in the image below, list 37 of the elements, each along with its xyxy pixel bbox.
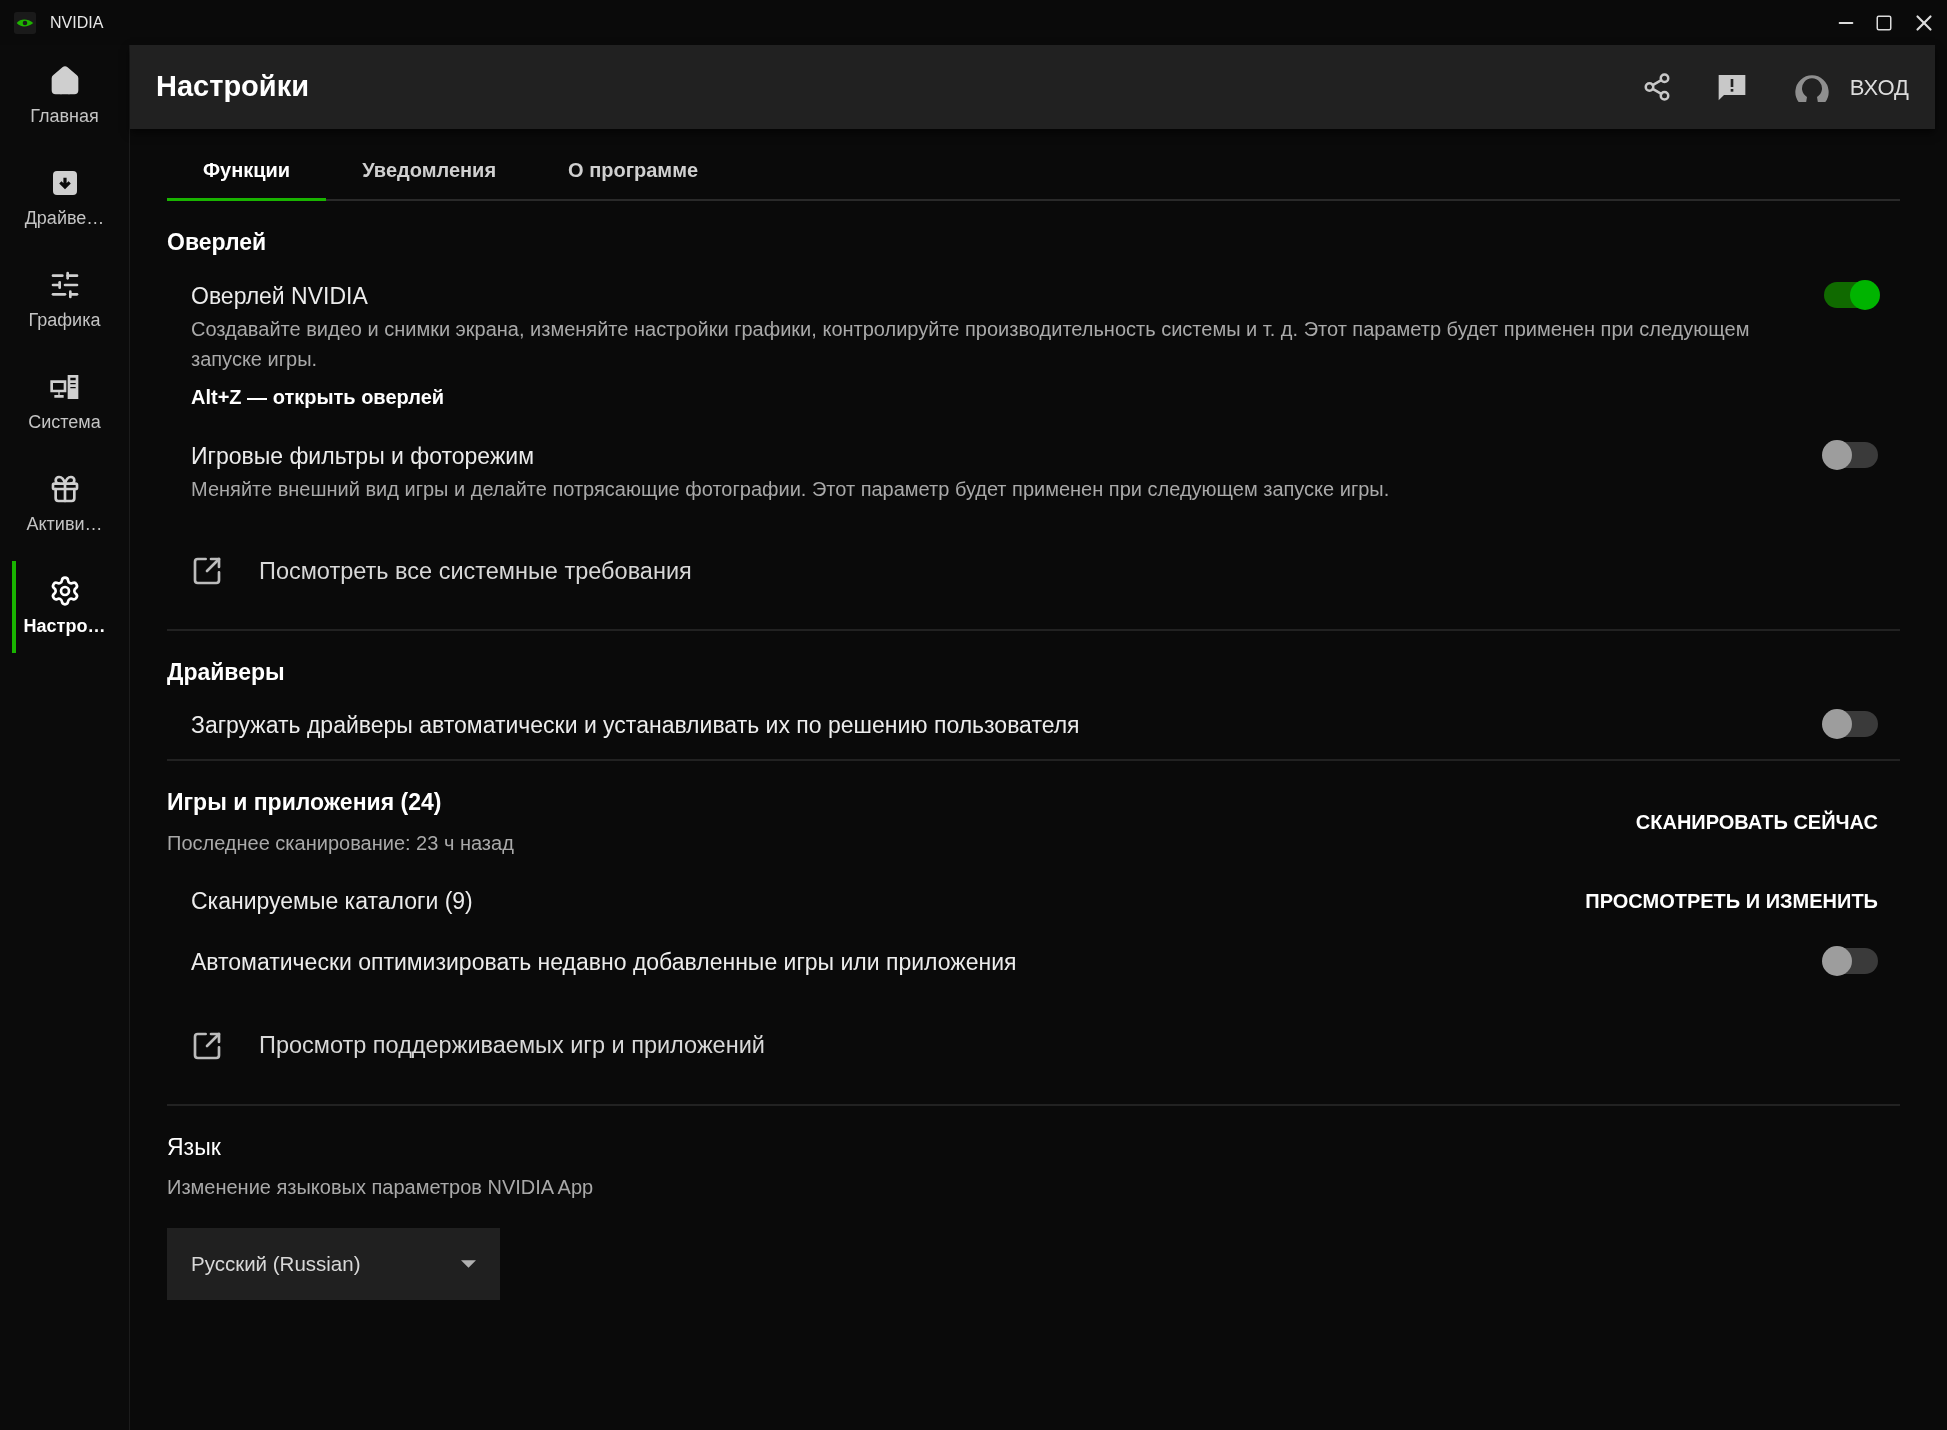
maximize-icon[interactable]: [1875, 13, 1893, 32]
sidebar-item[interactable]: Система: [0, 361, 129, 445]
page-title: Настройки: [156, 69, 309, 105]
setting-title: Игровые фильтры и фоторежим: [191, 441, 535, 471]
caret-icon: [461, 1260, 476, 1268]
section-subtitle: Последнее сканирование: 23 ч назад: [167, 830, 514, 856]
section-title: Оверлей: [167, 228, 267, 257]
sign-in-button[interactable]: ВХОД: [1791, 67, 1909, 107]
section-title: Игры и приложения (24): [167, 788, 443, 818]
text-button[interactable]: ПРОСМОТРЕТЬ И ИЗМЕНИТЬ: [1585, 886, 1878, 916]
section-subtitle: Изменение языковых параметров NVIDIA App: [167, 1175, 594, 1200]
language-dropdown[interactable]: Русский (Russian): [167, 1228, 500, 1300]
setting-description: Создавайте видео и снимки экрана, изменяйте настройки графики, контролируйте производительность системы и т. д. Этот параметр будет применен при следующем запуске игры.: [191, 316, 1751, 372]
section-title: Драйверы: [167, 657, 285, 687]
window-title: NVIDIA: [50, 12, 104, 33]
section-title: Язык: [167, 1132, 222, 1162]
setting-title: Загружать драйверы автоматически и устанавливать их по решению пользователя: [191, 711, 1080, 741]
toggle-switch[interactable]: [1824, 711, 1878, 738]
setting-description: Меняйте внешний вид игры и делайте потрясающие фотографии. Этот параметр будет применен при следующем запуске игры.: [191, 476, 1390, 502]
shortcut-hint: Alt+Z — открыть оверлей: [191, 384, 446, 410]
external-link[interactable]: Просмотр поддерживаемых игр и приложений: [167, 1016, 765, 1076]
setting-title: Сканируемые каталоги (9): [191, 886, 473, 916]
sidebar-item[interactable]: Драйве…: [0, 157, 129, 241]
setting-title: Автоматически оптимизировать недавно добавленные игры или приложения: [191, 948, 1017, 978]
external-link[interactable]: Посмотреть все системные требования: [167, 541, 692, 601]
toggle-switch[interactable]: [1824, 948, 1878, 975]
toggle-switch[interactable]: [1824, 281, 1878, 308]
tab[interactable]: Функции: [167, 141, 327, 201]
setting-title: Оверлей NVIDIA: [191, 281, 369, 311]
sidebar-item[interactable]: Активи…: [0, 463, 129, 547]
toggle-switch[interactable]: [1824, 441, 1878, 468]
logo-icon: [14, 11, 36, 34]
text-button[interactable]: СКАНИРОВАТЬ СЕЙЧАС: [1635, 806, 1878, 837]
sidebar-item[interactable]: Главная: [0, 55, 129, 139]
sidebar-item[interactable]: Графика: [0, 259, 129, 343]
tab[interactable]: О программе: [532, 141, 735, 201]
tab[interactable]: Уведомления: [326, 141, 533, 201]
